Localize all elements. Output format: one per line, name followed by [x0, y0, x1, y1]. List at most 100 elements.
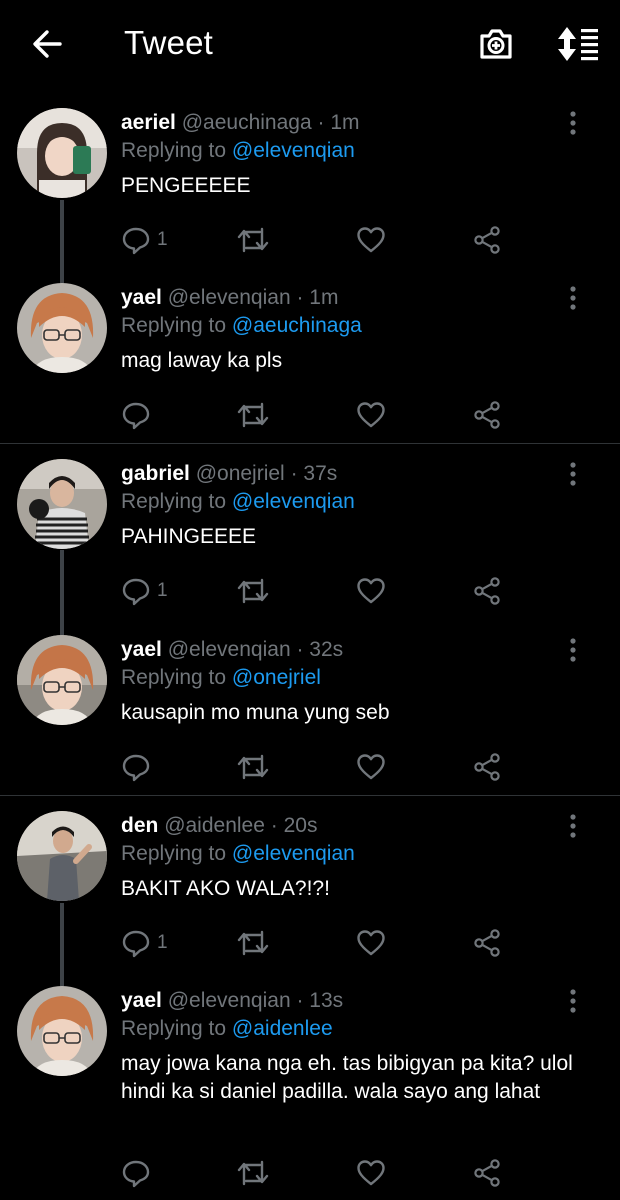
more-options-button[interactable] [562, 461, 584, 489]
reply-mention[interactable]: @aeuchinaga [232, 314, 362, 337]
reply-button[interactable]: 1 [121, 223, 168, 257]
camera-button[interactable] [476, 24, 516, 64]
tweet-item[interactable]: aeriel @aeuchinaga · 1m Replying to @ele… [0, 108, 620, 270]
reply-button[interactable]: 1 [121, 574, 168, 608]
more-options-button[interactable] [562, 988, 584, 1016]
tweet-header: yael @elevenqian · 32s [121, 637, 343, 663]
handle[interactable]: @elevenqian [168, 286, 291, 309]
reply-button[interactable] [121, 750, 157, 784]
share-button[interactable] [472, 574, 502, 608]
reply-prefix: Replying to [121, 490, 227, 513]
avatar[interactable] [17, 811, 107, 901]
more-options-button[interactable] [562, 110, 584, 138]
reply-button[interactable] [121, 398, 157, 432]
share-button[interactable] [472, 398, 502, 432]
timestamp: · 32s [296, 638, 344, 661]
more-vertical-icon [570, 638, 576, 662]
retweet-button[interactable] [236, 1156, 270, 1190]
reply-mention[interactable]: @elevenqian [232, 139, 355, 162]
display-name[interactable]: gabriel [121, 462, 190, 485]
more-options-button[interactable] [562, 285, 584, 313]
share-button[interactable] [472, 750, 502, 784]
tweet-actions: 1 [121, 574, 521, 608]
display-name[interactable]: yael [121, 286, 162, 309]
share-button[interactable] [472, 1156, 502, 1190]
reply-button[interactable]: 1 [121, 926, 168, 960]
tweet-item[interactable]: gabriel @onejriel · 37s Replying to @ele… [0, 459, 620, 621]
heart-icon [357, 930, 385, 956]
retweet-icon [237, 1160, 269, 1186]
retweet-icon [237, 402, 269, 428]
tweet-header: yael @elevenqian · 13s [121, 988, 343, 1014]
tweet-text: mag laway ka pls [121, 349, 283, 372]
tweet-item[interactable]: yael @elevenqian · 13s Replying to @aide… [0, 986, 620, 1200]
reply-mention[interactable]: @aidenlee [232, 1017, 333, 1040]
timestamp: · 20s [270, 814, 318, 837]
like-button[interactable] [356, 1156, 386, 1190]
avatar[interactable] [17, 635, 107, 725]
reply-icon [122, 578, 150, 606]
more-options-button[interactable] [562, 813, 584, 841]
like-button[interactable] [356, 574, 386, 608]
reply-mention[interactable]: @elevenqian [232, 490, 355, 513]
tweet-text: may jowa kana nga eh. tas bibigyan pa ki… [121, 1052, 573, 1103]
display-name[interactable]: aeriel [121, 111, 176, 134]
share-button[interactable] [472, 223, 502, 257]
tweet-item[interactable]: den @aidenlee · 20s Replying to @elevenq… [0, 811, 620, 973]
display-name[interactable]: yael [121, 638, 162, 661]
more-vertical-icon [570, 989, 576, 1013]
like-button[interactable] [356, 926, 386, 960]
share-icon [474, 226, 500, 254]
handle[interactable]: @aidenlee [164, 814, 265, 837]
tweet-item[interactable]: yael @elevenqian · 32s Replying to @onej… [0, 635, 620, 792]
reply-context: Replying to @elevenqian [121, 138, 355, 164]
sort-button[interactable] [554, 24, 602, 64]
tweet-actions [121, 750, 521, 784]
like-button[interactable] [356, 223, 386, 257]
more-vertical-icon [570, 286, 576, 310]
reply-context: Replying to @aeuchinaga [121, 313, 362, 339]
display-name[interactable]: den [121, 814, 158, 837]
like-button[interactable] [356, 398, 386, 432]
avatar[interactable] [17, 283, 107, 373]
retweet-button[interactable] [236, 574, 270, 608]
thread-divider [0, 443, 620, 444]
like-button[interactable] [356, 750, 386, 784]
avatar[interactable] [17, 986, 107, 1076]
more-vertical-icon [570, 814, 576, 838]
tweet-header: den @aidenlee · 20s [121, 813, 317, 839]
tweet-actions [121, 398, 521, 432]
handle[interactable]: @onejriel [196, 462, 285, 485]
avatar[interactable] [17, 108, 107, 198]
tweet-text: kausapin mo muna yung seb [121, 701, 390, 724]
reply-mention[interactable]: @elevenqian [232, 842, 355, 865]
tweet-actions [121, 1156, 521, 1190]
handle[interactable]: @elevenqian [168, 638, 291, 661]
tweet-actions: 1 [121, 223, 521, 257]
reply-button[interactable] [121, 1156, 157, 1190]
more-options-button[interactable] [562, 637, 584, 665]
tweet-item[interactable]: yael @elevenqian · 1m Replying to @aeuch… [0, 283, 620, 440]
tweet-header: aeriel @aeuchinaga · 1m [121, 110, 360, 136]
retweet-icon [237, 227, 269, 253]
avatar[interactable] [17, 459, 107, 549]
share-icon [474, 577, 500, 605]
share-icon [474, 1159, 500, 1187]
retweet-button[interactable] [236, 750, 270, 784]
handle[interactable]: @elevenqian [168, 989, 291, 1012]
reply-icon [122, 1160, 150, 1188]
retweet-button[interactable] [236, 398, 270, 432]
display-name[interactable]: yael [121, 989, 162, 1012]
back-button[interactable] [30, 26, 66, 62]
reply-count: 1 [157, 229, 168, 250]
tweet-text: PAHINGEEEE [121, 525, 256, 548]
reply-prefix: Replying to [121, 1017, 227, 1040]
share-button[interactable] [472, 926, 502, 960]
reply-mention[interactable]: @onejriel [232, 666, 321, 689]
retweet-button[interactable] [236, 223, 270, 257]
reply-context: Replying to @onejriel [121, 665, 321, 691]
retweet-button[interactable] [236, 926, 270, 960]
handle[interactable]: @aeuchinaga [182, 111, 312, 134]
reply-prefix: Replying to [121, 666, 227, 689]
sort-icon [558, 27, 598, 61]
